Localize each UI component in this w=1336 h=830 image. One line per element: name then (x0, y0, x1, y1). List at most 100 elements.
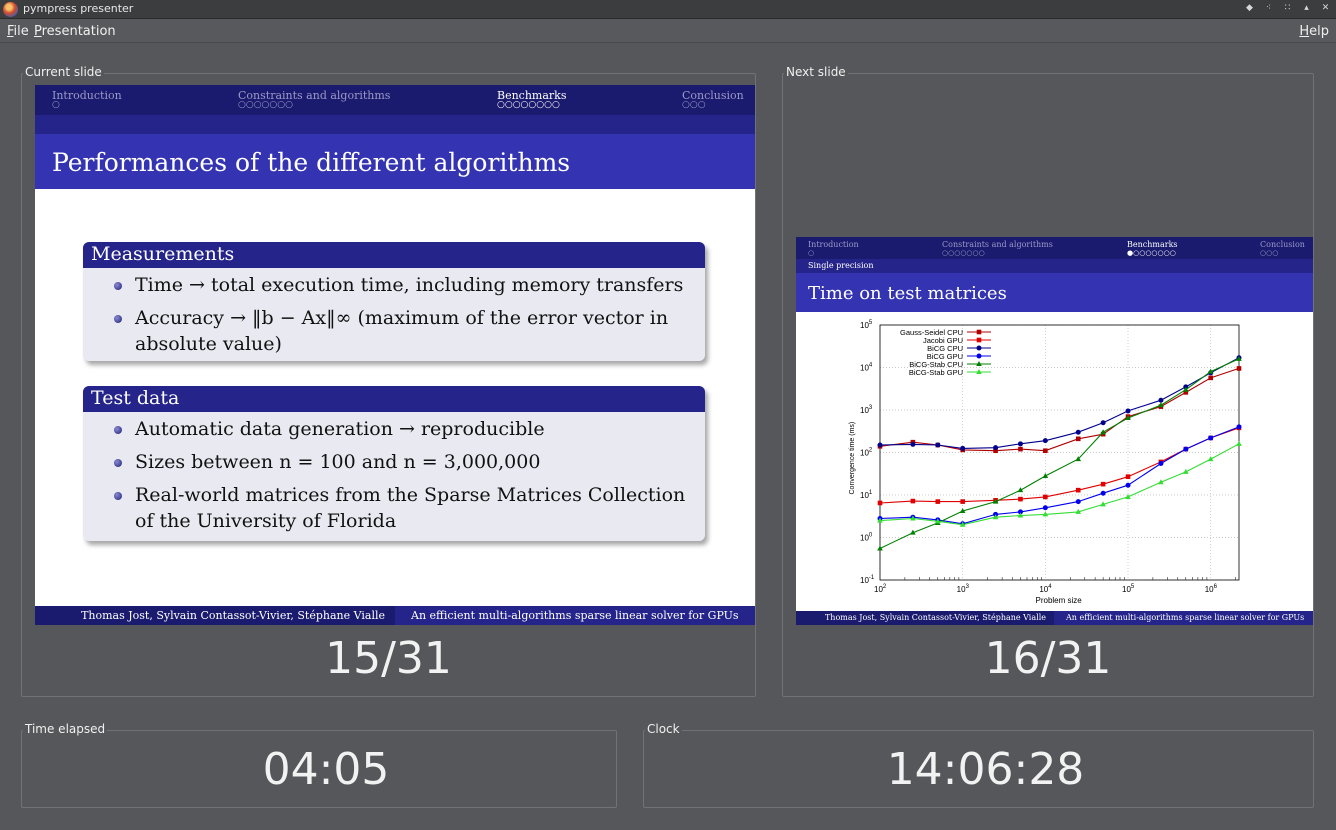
data-point (1018, 496, 1023, 502)
series-line (879, 443, 1240, 526)
data-point (993, 445, 999, 451)
y-tick-label: 10-1 (860, 575, 875, 585)
nav-dots[interactable]: ○○○○○○○ (238, 100, 293, 110)
x-tick-label: 105 (1122, 584, 1135, 594)
x-tick-label: 102 (874, 584, 887, 594)
nav-section[interactable]: Introduction (52, 89, 122, 102)
frame-title: Performances of the different algorithms (52, 148, 571, 177)
data-point (1125, 408, 1131, 414)
footer-title: An efficient multi-algorithms sparse lin… (1054, 611, 1313, 625)
data-point (1075, 429, 1081, 435)
nav-dots[interactable]: ○ (808, 249, 814, 257)
data-point (1043, 448, 1048, 454)
pympress-app-icon (3, 2, 18, 17)
nav-dots[interactable]: ○○○ (682, 100, 706, 110)
data-point (1158, 397, 1164, 403)
frame-title-bar: Performances of the different algorithms (35, 134, 755, 189)
list-item: Real-world matrices from the Sparse Matr… (107, 482, 697, 534)
y-tick-label: 103 (860, 405, 873, 415)
nav-dots[interactable]: ○○○ (1260, 249, 1278, 257)
subsection-bar: Single precision (796, 259, 1313, 273)
menu-file[interactable]: File (7, 24, 29, 39)
close-icon[interactable]: ✕ (1319, 2, 1332, 15)
nav-dots[interactable]: ○○○○○○○ (942, 249, 985, 257)
menu-help[interactable]: Help (1299, 24, 1329, 39)
slide-footer: Thomas Jost, Sylvain Contassot-Vivier, S… (35, 606, 755, 625)
sticky-icon[interactable]: ⁖ (1262, 2, 1275, 15)
nav-section[interactable]: Constraints and algorithms (942, 240, 1053, 249)
data-point (1017, 441, 1023, 447)
next-slide-label: Next slide (784, 65, 848, 79)
data-point (910, 441, 916, 447)
footer-authors: Thomas Jost, Sylvain Contassot-Vivier, S… (35, 606, 395, 625)
data-point (1042, 505, 1048, 511)
nav-section[interactable]: Conclusion (1260, 240, 1305, 249)
block-title: Test data (83, 386, 705, 412)
subsection-bar (35, 115, 755, 134)
data-point (1075, 487, 1081, 493)
nav-dots[interactable]: ○ (52, 100, 60, 110)
data-point (1075, 436, 1081, 442)
frame-title-bar: Time on test matrices (796, 273, 1313, 312)
x-tick-label: 104 (1039, 584, 1052, 594)
current-slide-counter: 15/31 (325, 633, 452, 684)
y-tick-label: 100 (860, 533, 873, 543)
nav-dots[interactable]: ○○○○○○○○ (497, 100, 560, 110)
next-slide[interactable]: Introduction ○ Constraints and algorithm… (796, 237, 1313, 625)
next-slide-counter: 16/31 (984, 633, 1112, 684)
frame-title: Time on test matrices (808, 283, 1007, 304)
test-data-block: Test data Automatic data generation → re… (83, 386, 705, 541)
window-title: pympress presenter (23, 2, 134, 15)
nav-section[interactable]: Introduction (808, 240, 859, 249)
data-point (910, 498, 916, 504)
data-point (1018, 446, 1023, 452)
nav-dots[interactable]: ●○○○○○○○ (1127, 249, 1176, 257)
legend-label: BiCG-Stab GPU (909, 368, 963, 377)
data-point (960, 445, 966, 451)
minimize-icon[interactable]: ∷ (1281, 2, 1294, 15)
current-slide-label: Current slide (23, 65, 104, 79)
data-point (1183, 446, 1189, 452)
data-point (1125, 482, 1131, 488)
legend-marker (976, 353, 982, 359)
data-point (1125, 474, 1131, 479)
y-tick-label: 104 (860, 363, 873, 373)
legend-marker (976, 329, 982, 335)
data-point (877, 500, 883, 506)
data-point (1100, 481, 1106, 487)
block-title: Measurements (83, 242, 705, 268)
list-item: Accuracy → ‖b − Ax‖∞ (maximum of the err… (107, 305, 697, 357)
y-tick-label: 101 (860, 490, 873, 500)
x-tick-label: 103 (957, 584, 970, 594)
x-tick-label: 106 (1205, 584, 1218, 594)
data-point (1042, 438, 1048, 444)
series-line (879, 427, 1240, 504)
data-point (1158, 461, 1164, 467)
y-tick-label: 105 (860, 320, 873, 330)
window-menu-icon[interactable]: ◆ (1243, 2, 1256, 15)
data-point (1208, 435, 1214, 441)
data-point (1236, 424, 1242, 430)
data-point (1043, 494, 1048, 500)
data-point (935, 442, 941, 448)
data-point (1100, 429, 1106, 435)
data-point (1236, 440, 1242, 446)
footer-title: An efficient multi-algorithms sparse lin… (395, 606, 755, 625)
footer-authors: Thomas Jost, Sylvain Contassot-Vivier, S… (796, 611, 1054, 625)
nav-section-active[interactable]: Benchmarks (1127, 240, 1178, 249)
list-item: Automatic data generation → reproducible (107, 416, 697, 442)
data-point (1100, 490, 1106, 496)
x-axis-label: Problem size (1036, 596, 1083, 605)
subsection-title: Single precision (808, 261, 874, 270)
maximize-icon[interactable]: ▴ (1300, 2, 1313, 15)
menu-presentation[interactable]: Presentation (34, 24, 116, 39)
data-point (1075, 499, 1081, 505)
convergence-time-chart: 102 103 104 105 106 10-1 100 101 102 103 104 105 Pro… (849, 320, 1242, 605)
measurements-block: Measurements Time → total execution time… (83, 242, 705, 361)
current-slide[interactable]: Introduction ○ Constraints and algorithm… (35, 85, 755, 625)
title-bar: pympress presenter ◆ ⁖ ∷ ▴ ✕ (0, 0, 1336, 19)
slide-navigation: Introduction ○ Constraints and algorithm… (796, 237, 1313, 259)
clock-label: Clock (645, 722, 682, 736)
time-elapsed-value[interactable]: 04:05 (21, 744, 631, 795)
data-point (1208, 375, 1213, 381)
